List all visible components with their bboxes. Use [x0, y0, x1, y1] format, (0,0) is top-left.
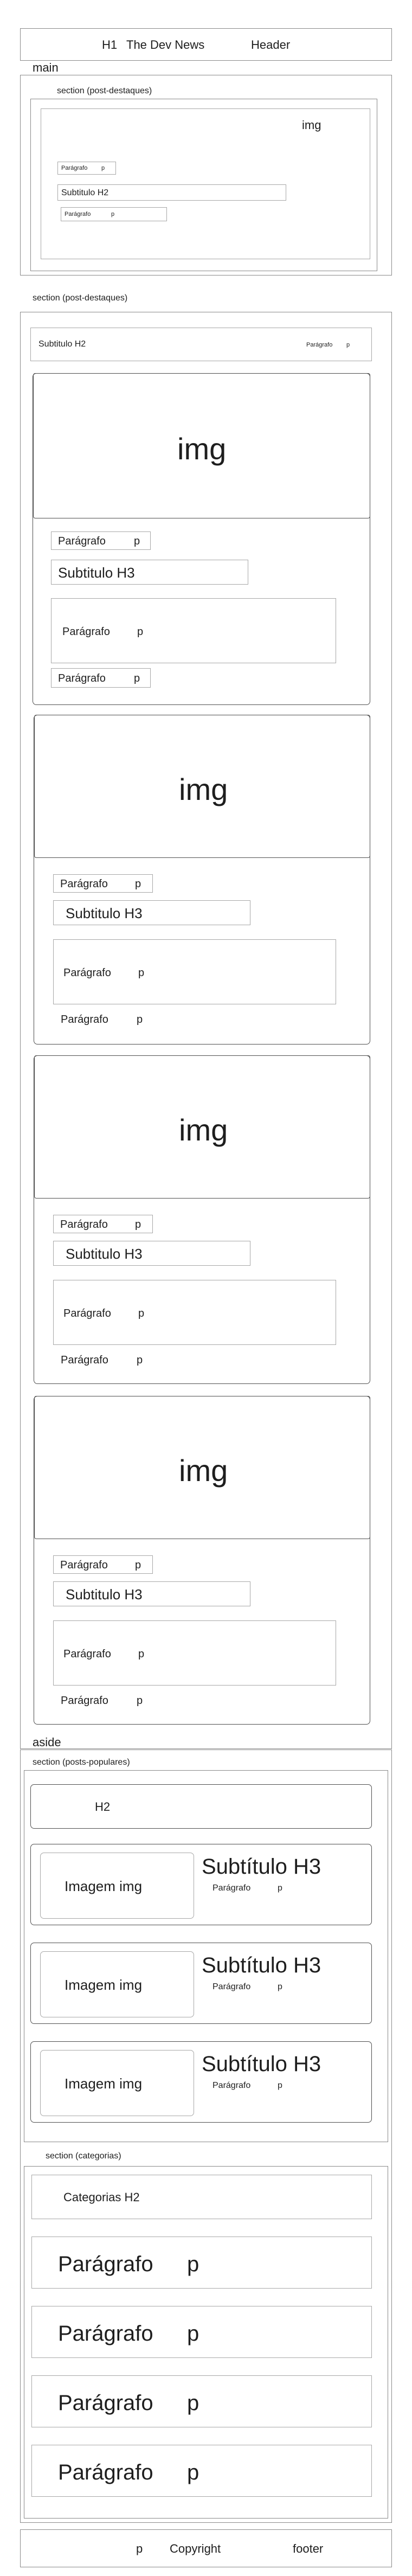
popular-card-image: Imagem img	[40, 1951, 194, 2017]
popular-card-paragraph: Parágrafo	[213, 1883, 251, 1893]
popular-card-paragraph-tag: p	[278, 1982, 282, 1991]
post-paragraph-top: Parágrafo p	[53, 1215, 153, 1233]
post-image-label: img	[179, 1113, 228, 1147]
popular-card-subtitle: Subtítulo H3	[202, 2052, 321, 2076]
post-image-label: img	[179, 772, 228, 806]
popular-card-image: Imagem img	[40, 1853, 194, 1919]
posts-section-header: Subtitulo H2 Parágrafo p	[30, 328, 372, 361]
post-paragraph-bottom: Parágrafo	[61, 1014, 108, 1026]
footer-p-tag: p	[136, 2542, 143, 2555]
post-paragraph-box: Parágrafo p	[53, 1620, 336, 1686]
footer: p Copyright footer	[20, 2529, 392, 2567]
popular-card-paragraph: Parágrafo	[213, 2081, 251, 2090]
category-item: Parágrafo p	[31, 2237, 372, 2289]
popular-section-label: section (posts-populares)	[33, 1758, 130, 1767]
post-paragraph-top: Parágrafo p	[53, 874, 153, 893]
post-subtitle: Subtitulo H3	[53, 900, 250, 925]
featured-paragraph-2: Parágrafo p	[61, 207, 167, 221]
aside-label: aside	[33, 1735, 61, 1749]
post-paragraph-bottom: Parágrafo p	[51, 668, 151, 688]
popular-card-image: Imagem img	[40, 2050, 194, 2116]
category-item: Parágrafo p	[31, 2375, 372, 2427]
main-label: main	[33, 61, 59, 74]
header-tag: Header	[251, 38, 291, 52]
post-image-label: img	[177, 432, 227, 466]
popular-heading-box: H2	[30, 1784, 372, 1829]
popular-card-paragraph-tag: p	[278, 2081, 282, 2090]
featured-section-label: section (post-destaques)	[57, 86, 152, 95]
post-paragraph-bottom: Parágrafo	[61, 1695, 108, 1707]
footer-tag: footer	[293, 2542, 324, 2555]
post-subtitle: Subtitulo H3	[53, 1581, 250, 1606]
category-item: Parágrafo p	[31, 2445, 372, 2497]
header-h1-tag: H1	[102, 38, 118, 52]
post-paragraph-bottom-tag: p	[137, 1014, 143, 1026]
post-subtitle: Subtitulo H3	[53, 1241, 250, 1266]
footer-copyright: Copyright	[170, 2542, 221, 2555]
post-paragraph-bottom: Parágrafo	[61, 1354, 108, 1366]
post-paragraph-top: Parágrafo p	[51, 531, 151, 550]
popular-card-subtitle: Subtítulo H3	[202, 1953, 321, 1977]
featured-paragraph-1: Parágrafo p	[57, 162, 116, 175]
header: H1 The Dev News Header	[20, 28, 392, 61]
post-image-label: img	[179, 1453, 228, 1488]
posts-section-label: section (post-destaques)	[33, 293, 128, 303]
categories-heading-box: Categorias H2	[31, 2175, 372, 2219]
popular-card-paragraph: Parágrafo	[213, 1982, 251, 1991]
categories-section-label: section (categorias)	[46, 2151, 121, 2161]
site-title: The Dev News	[126, 38, 205, 52]
post-paragraph-box: Parágrafo p	[53, 1280, 336, 1345]
post-paragraph-box: Parágrafo p	[51, 598, 336, 663]
post-paragraph-bottom-tag: p	[137, 1695, 143, 1707]
post-paragraph-top: Parágrafo p	[53, 1555, 153, 1574]
featured-img: img	[302, 118, 321, 132]
category-item: Parágrafo p	[31, 2306, 372, 2358]
post-subtitle: Subtitulo H3	[51, 560, 248, 585]
post-paragraph-bottom-tag: p	[137, 1354, 143, 1366]
popular-card-paragraph-tag: p	[278, 1883, 282, 1893]
featured-subtitle: Subtitulo H2	[57, 184, 286, 201]
popular-card-subtitle: Subtítulo H3	[202, 1855, 321, 1879]
post-paragraph-box: Parágrafo p	[53, 939, 336, 1004]
